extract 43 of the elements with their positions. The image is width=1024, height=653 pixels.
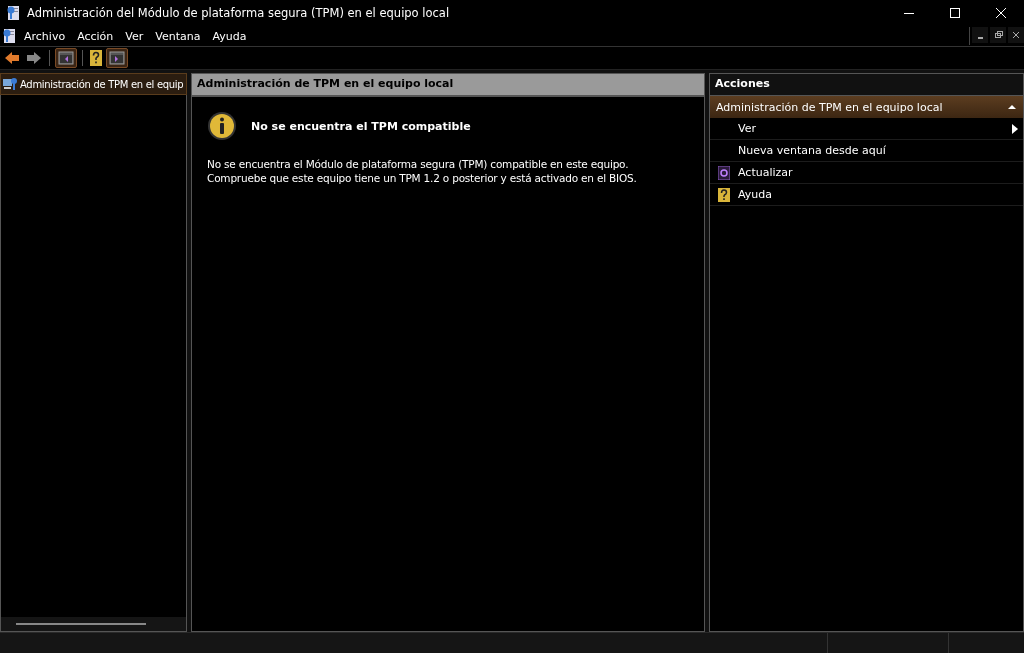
right-arrow-icon (26, 50, 42, 66)
action-item[interactable]: Ver (710, 118, 1023, 140)
scrollbar-thumb[interactable] (16, 623, 146, 625)
pane-header: Acciones (710, 74, 1023, 96)
action-group-header[interactable]: Administración de TPM en el equipo local (710, 96, 1023, 118)
maximize-icon (950, 8, 960, 18)
action-item[interactable]: Actualizar (710, 162, 1023, 184)
collapse-arrow-icon (1007, 102, 1017, 112)
child-minimize-button[interactable] (972, 27, 988, 43)
menu-item[interactable]: Ver (119, 29, 150, 43)
menu-item[interactable]: Acción (71, 29, 120, 43)
action-item[interactable]: Ayuda (710, 184, 1023, 206)
refresh-icon (718, 165, 730, 180)
child-restore-button[interactable] (990, 27, 1006, 43)
menu-item[interactable]: Ayuda (206, 29, 253, 43)
info-icon (207, 111, 237, 141)
message-text: No se encuentra el Módulo de plataforma segura (TPM) compatible en este equipo. Compruebe que este equipo tiene un TPM 1.2 o posterior y está activado en el BIOS. (207, 157, 638, 185)
app-icon (6, 5, 22, 21)
panel-icon (58, 50, 74, 66)
close-icon (1011, 30, 1021, 40)
minimize-icon (904, 12, 914, 14)
question-mark-icon (90, 50, 102, 66)
show-hide-tree-button[interactable] (55, 48, 77, 68)
restore-icon (993, 30, 1003, 40)
document-icon (2, 28, 18, 44)
question-mark-icon (718, 187, 730, 202)
menu-item[interactable]: Ventana (149, 29, 207, 43)
pane-header: Administración de TPM en el equipo local (192, 74, 704, 97)
tree-item[interactable]: Administración de TPM en el equip (1, 74, 186, 94)
child-close-button[interactable] (1008, 27, 1024, 43)
left-arrow-icon (4, 50, 20, 66)
menu-item[interactable]: Archivo (18, 29, 72, 43)
action-item[interactable]: Nueva ventana desde aquí (710, 140, 1023, 162)
submenu-arrow-icon (1012, 123, 1018, 134)
window-title: Administración del Módulo de plataforma segura (TPM) en el equipo local (27, 6, 450, 20)
horizontal-scrollbar[interactable] (1, 617, 186, 631)
message-title: No se encuentra el TPM compatible (251, 119, 471, 133)
show-hide-action-button[interactable] (106, 48, 128, 68)
panel-icon (109, 50, 125, 66)
help-button[interactable] (88, 48, 104, 68)
computer-icon (2, 76, 18, 92)
minimize-icon (977, 37, 983, 39)
close-icon (996, 8, 1006, 18)
